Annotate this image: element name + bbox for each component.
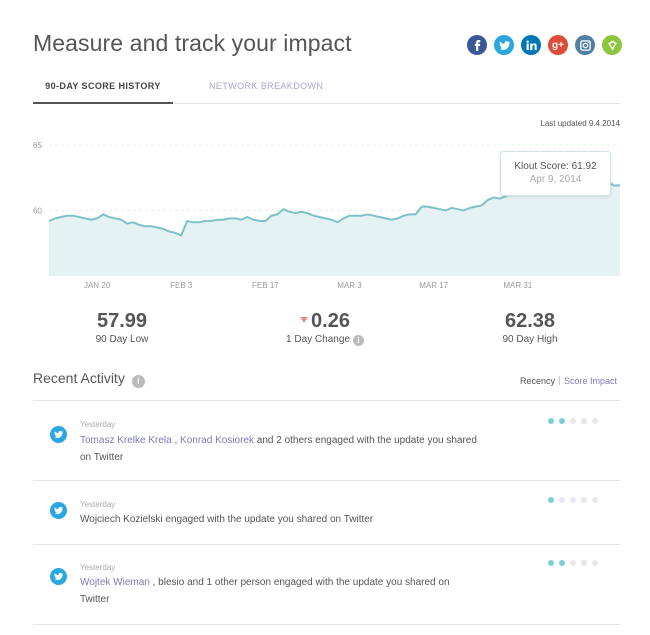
activity-time: Yesterday [80, 563, 116, 572]
tooltip-score: Klout Score: 61.92 [514, 161, 597, 172]
activity-text: Tomasz Krelke Krela , Konrad Kosiorek an… [80, 432, 480, 466]
stat-1-day-change: 0.26 1 Day Change i [270, 310, 380, 346]
activity-separator: , [171, 435, 181, 446]
linkedin-icon[interactable] [521, 35, 541, 55]
stat-low-value: 57.99 [96, 310, 148, 332]
impact-dots [548, 497, 598, 503]
page-title: Measure and track your impact [33, 30, 352, 56]
activity-time: Yesterday [80, 420, 116, 429]
stat-change-label: 1 Day Change [286, 334, 350, 345]
x-tick-label: MAR 3 [337, 281, 362, 290]
tab-network-breakdown[interactable]: NETWORK BREAKDOWN [209, 81, 323, 91]
stat-high-value: 62.38 [504, 310, 556, 332]
recent-activity-heading: Recent Activity i [33, 370, 145, 388]
google-plus-icon[interactable]: g+ [548, 35, 568, 55]
stat-90-day-low: 57.99 90 Day Low [67, 310, 177, 345]
down-arrow-icon [300, 317, 309, 323]
user-link[interactable]: Tomasz Krelke Krela [80, 435, 172, 446]
divider [33, 624, 620, 625]
x-tick-label: JAN 20 [84, 281, 111, 290]
twitter-icon [50, 426, 67, 443]
instagram-icon[interactable] [575, 35, 595, 55]
score-tooltip: Klout Score: 61.92 Apr 9, 2014 [500, 151, 611, 196]
sort-divider [558, 376, 560, 385]
x-tick-label: FEB 17 [252, 281, 279, 290]
sort-score-impact[interactable]: Score Impact [564, 376, 617, 386]
info-icon[interactable]: i [131, 375, 145, 388]
sort-options: Recency Score Impact [520, 376, 617, 386]
tab-bar: 90-DAY SCORE HISTORY NETWORK BREAKDOWN [33, 72, 620, 104]
twitter-icon [50, 568, 67, 585]
y-tick-label: 65 [33, 141, 42, 150]
y-tick-label: 60 [33, 207, 42, 216]
twitter-icon[interactable] [494, 35, 514, 55]
x-tick-label: FEB 3 [170, 281, 193, 290]
activity-time: Yesterday [80, 500, 116, 509]
impact-dots [548, 418, 598, 424]
x-tick-label: MAR 31 [503, 281, 532, 290]
user-link[interactable]: Wojtek Wieman [80, 577, 150, 588]
stat-change-value: 0.26 [311, 310, 350, 332]
stat-low-label: 90 Day Low [95, 334, 149, 345]
x-tick-label: MAR 17 [419, 281, 448, 290]
activity-text: Wojciech Kozielski engaged with the upda… [80, 514, 374, 525]
facebook-icon[interactable] [467, 35, 487, 55]
stat-90-day-high: 62.38 90 Day High [475, 310, 585, 345]
sort-recency[interactable]: Recency [520, 376, 555, 386]
foursquare-icon[interactable] [602, 35, 622, 55]
activity-item: Yesterday Wojciech Kozielski engaged wit… [33, 480, 620, 544]
social-icons: g+ [467, 35, 622, 55]
user-link[interactable]: Konrad Kosiorek [180, 435, 254, 446]
recent-activity-title: Recent Activity [33, 370, 125, 386]
twitter-icon [50, 502, 67, 519]
tooltip-date: Apr 9, 2014 [529, 174, 582, 185]
activity-item: Yesterday Tomasz Krelke Krela , Konrad K… [33, 400, 620, 480]
activity-item: Yesterday Wojtek Wieman , blesio and 1 o… [33, 544, 620, 624]
impact-dots [548, 560, 598, 566]
activity-text: Wojtek Wieman , blesio and 1 other perso… [80, 574, 480, 608]
tab-score-history[interactable]: 90-DAY SCORE HISTORY [33, 81, 173, 104]
last-updated: Last updated 9.4.2014 [540, 119, 620, 128]
stat-high-label: 90 Day High [502, 334, 558, 345]
info-icon[interactable]: i [352, 335, 364, 346]
